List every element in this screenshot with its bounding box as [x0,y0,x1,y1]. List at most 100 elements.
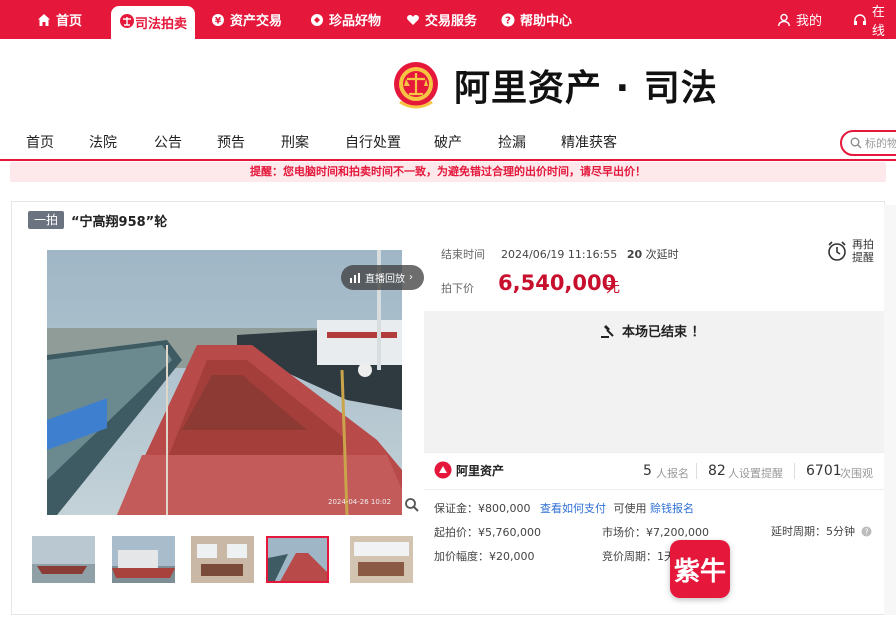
home-icon [36,12,52,28]
svg-text:?: ? [864,527,868,536]
how-to-pay-link[interactable]: 查看如何支付 [540,502,606,515]
start-price: 起拍价：¥5,760,000 [434,526,541,539]
user-icon [776,12,792,28]
view-count: 6701 [806,463,842,479]
logo-text: 阿里资产 · 司法 [454,68,718,109]
auction-ended-status: 本场已结束 ！ [600,321,705,340]
main-photo[interactable] [47,250,402,515]
site-logo[interactable]: 阿里资产 · 司法 [392,58,718,112]
catnav-item-preview[interactable]: 预告 [217,132,245,152]
end-time-row: 2024/06/19 11:16:55 20 次延时 [501,246,679,262]
topnav-trade-service-label: 交易服务 [425,14,478,29]
ship-photo-illustration [47,250,402,515]
chevron-right-icon: › [409,272,413,283]
catnav-item-court[interactable]: 法院 [89,132,117,152]
side-strip [884,205,896,615]
signup-count: 5 [643,463,652,479]
end-time-label: 结束时间 [441,248,485,261]
cabin-thumbnail-illustration [350,536,413,583]
delay-count-label: 次延时 [645,248,679,261]
search-placeholder: 标的物 [865,137,896,150]
auction-ended-text: 本场已结束 ！ [622,325,705,340]
catnav-item-precise-leads[interactable]: 精准获客 [561,132,617,152]
help-circle-icon[interactable]: ? [861,526,872,537]
category-nav: 首页 法院 公告 预告 刑案 自行处置 破产 捡漏 精准获客 [0,128,896,156]
topnav-online-label: 在线 [871,4,885,39]
delay-period: 延时周期：5分钟 [771,525,855,538]
nav-divider [0,159,896,161]
brand-label: 阿里资产 [456,463,505,478]
court-emblem-icon [394,62,438,109]
topnav-online-service[interactable]: 在线 [853,0,896,39]
bid-increment: 加价幅度：¥20,000 [434,550,535,563]
delay-count: 20 [626,248,643,261]
topnav-me-label: 我的 [796,14,823,29]
heart-icon [405,12,421,28]
credit-signup-link[interactable]: 赊钱报名 [650,502,694,515]
bid-period: 竞价周期：1天 [602,550,675,563]
watermark-logo: 紫牛 [670,540,730,598]
remind-label-line2: 提醒 [852,251,874,264]
topnav-asset-trade[interactable]: ¥ 资产交易 [210,0,282,39]
topnav-help[interactable]: ? 帮助中心 [500,0,572,39]
ship-thumbnail-illustration [32,536,95,583]
time-notice: 提醒：您电脑时间和拍卖时间不一致，为避免错过合理的出价时间，请尽早出价！ [10,162,886,182]
view-label: 次围观 [840,467,873,480]
catnav-item-home[interactable]: 首页 [26,132,54,152]
topnav-asset-trade-label: 资产交易 [230,14,283,29]
gavel-icon [601,324,614,338]
topnav-home[interactable]: 首页 [36,0,82,39]
price-label: 拍下价 [441,282,474,295]
help-icon: ? [500,12,516,28]
diamond-icon [309,12,325,28]
search-icon [850,137,862,149]
judicial-icon [119,13,135,33]
live-replay-label: 直播回放 [365,274,405,285]
reminder-count: 82 [708,463,726,479]
deposit-amount: 保证金：¥800,000 [434,502,531,515]
thumbnail-2[interactable] [112,536,175,583]
stats-divider [794,463,795,479]
catnav-item-bargain[interactable]: 捡漏 [498,132,526,152]
topnav-treasures[interactable]: 珍品好物 [309,0,381,39]
live-replay-button[interactable]: 直播回放 › [341,265,424,290]
alarm-clock-icon [828,241,846,261]
rerun-remind-button[interactable]: 再拍 提醒 [826,238,874,264]
svg-text:?: ? [505,15,511,26]
headset-icon [853,12,868,28]
catnav-item-bankruptcy[interactable]: 破产 [434,132,462,152]
thumbnail-1[interactable] [32,536,95,583]
price-unit: 元 [606,280,620,296]
topnav-help-label: 帮助中心 [520,14,573,29]
ali-asset-brand: 阿里资产 [434,461,504,479]
remind-label-line1: 再拍 [852,238,874,251]
cabin-thumbnail-illustration [191,536,254,583]
photo-timestamp: 2024-04-26 10:02 [328,498,392,506]
thumbnail-3[interactable] [191,536,254,583]
catnav-item-self-disposal[interactable]: 自行处置 [345,132,401,152]
catnav-item-criminal[interactable]: 刑案 [281,132,309,152]
ali-asset-logo-icon [434,461,452,479]
coin-icon: ¥ [210,12,226,28]
svg-text:¥: ¥ [215,16,222,26]
bar-chart-icon [350,272,360,283]
topnav-trade-service[interactable]: 交易服务 [405,0,477,39]
topnav-judicial-tab[interactable]: 司法拍卖 [111,6,195,39]
reminder-label: 人设置提醒 [728,467,783,480]
magnifier-icon [405,498,419,512]
deposit-row: 保证金：¥800,000 查看如何支付 可使用 赊钱报名 [434,500,694,516]
lot-title: “宁高翔958”轮 [71,215,168,230]
topnav-treasures-label: 珍品好物 [329,14,382,29]
thumbnail-5[interactable] [350,536,413,583]
auction-round-badge: 一拍 [28,211,64,229]
delay-period-row: 延时周期：5分钟 ? [771,523,872,539]
catnav-item-announcement[interactable]: 公告 [154,132,182,152]
deposit-usable-text: 可使用 [613,502,647,515]
market-price: 市场价：¥7,200,000 [602,526,709,539]
topnav-me[interactable]: 我的 [776,0,822,39]
zoom-button[interactable] [404,497,424,517]
thumbnail-4-selected[interactable] [266,536,329,583]
ship-thumbnail-illustration [268,538,327,581]
stats-divider [696,463,697,479]
search-box[interactable]: 标的物 [840,130,896,156]
